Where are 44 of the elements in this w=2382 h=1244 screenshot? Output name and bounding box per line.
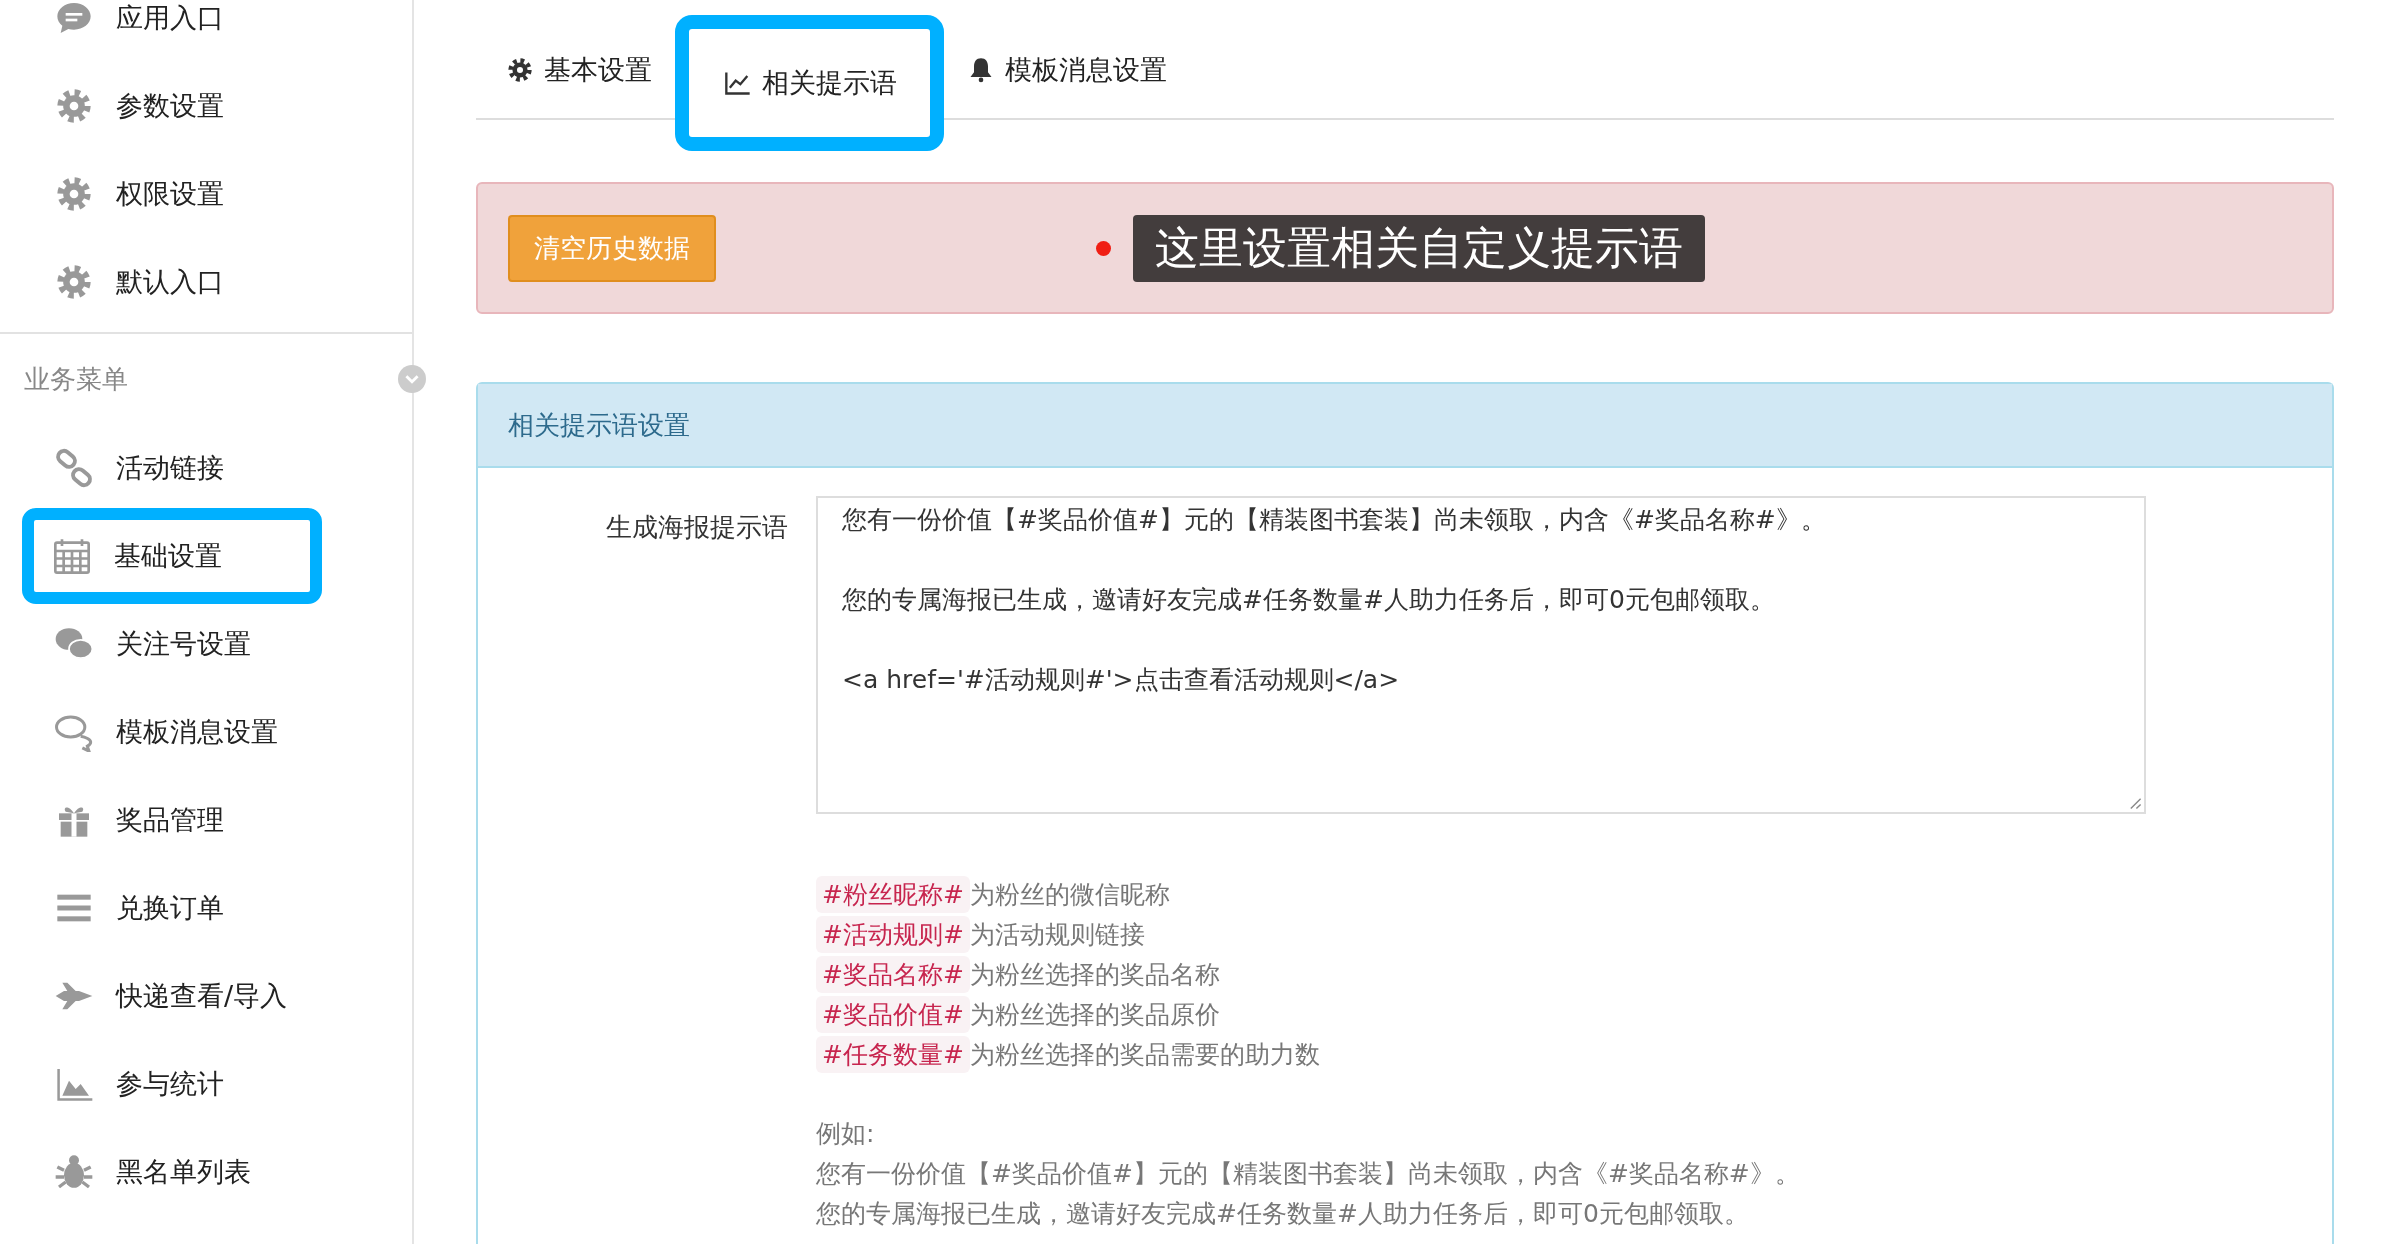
- marker-dot: [1096, 240, 1111, 256]
- resize-grip-icon[interactable]: [2128, 796, 2142, 810]
- sidebar-item[interactable]: 奖品管理: [26, 776, 266, 864]
- variable-description: 为粉丝选择的奖品名称: [969, 958, 1220, 991]
- link-icon: [54, 448, 94, 488]
- sidebar-item[interactable]: 参与统计: [26, 1040, 266, 1128]
- prompt-textarea[interactable]: 您有一份价值【#奖品价值#】元的【精装图书套装】尚未领取，内含《#奖品名称#》。 您的专属海报已生成，邀请好友完成#任务数量#人助力任务后，即可0元包邮领取。 <a href='#活动规则#'>点击查看活动规则</a>: [816, 496, 2146, 814]
- variable-description: 为活动规则链接: [969, 918, 1145, 951]
- field-line: 您有一份价值【#奖品价值#】元的【精装图书套装】尚未领取，内含《#奖品名称#》。: [842, 504, 1826, 536]
- gear-icon: [54, 262, 94, 302]
- example-text: 您的专属海报已生成，邀请好友完成#任务数量#人助力任务后，即可0元包邮领取。: [816, 1198, 1750, 1230]
- variable-description: 为粉丝选择的奖品需要的助力数: [969, 1038, 1320, 1071]
- tab[interactable]: 模板消息设置: [937, 22, 1197, 118]
- field-line: 您的专属海报已生成，邀请好友完成#任务数量#人助力任务后，即可0元包邮领取。: [842, 584, 1775, 616]
- variable-tag: #奖品价值#: [816, 995, 970, 1033]
- field-line: <a href='#活动规则#'>点击查看活动规则</a>: [842, 664, 1400, 696]
- callout-tooltip: 这里设置相关自定义提示语: [1133, 214, 1705, 282]
- sidebar-item[interactable]: 参数设置: [26, 62, 266, 150]
- variable-tag: #活动规则#: [816, 915, 970, 953]
- sidebar-item[interactable]: 黑名单列表: [26, 1128, 271, 1216]
- example-label: 例如:: [816, 1118, 876, 1150]
- gear-icon: [506, 56, 534, 84]
- sidebar-item[interactable]: 应用入口: [26, 0, 266, 62]
- sidebar-item[interactable]: 模板消息设置: [26, 688, 298, 776]
- sidebar-item[interactable]: 权限设置: [26, 150, 266, 238]
- sidebar-item[interactable]: 兑换订单: [26, 864, 266, 952]
- field-label: 生成海报提示语: [605, 511, 789, 544]
- sidebar-item[interactable]: 活动链接: [26, 424, 266, 512]
- tab[interactable]: 基本设置: [476, 22, 682, 118]
- sidebar-item[interactable]: 基础设置: [26, 512, 318, 600]
- sidebar-item[interactable]: 关注号设置: [26, 600, 271, 688]
- example-text: 您有一份价值【#奖品价值#】元的【精装图书套装】尚未领取，内含《#奖品名称#》。: [816, 1158, 1801, 1190]
- panel-title: 相关提示语设置: [508, 408, 690, 442]
- variable-description: 为粉丝选择的奖品原价: [969, 998, 1220, 1031]
- variable-description: 为粉丝的微信昵称: [969, 878, 1170, 911]
- gear-icon: [54, 174, 94, 214]
- sidebar-item[interactable]: 默认入口: [26, 238, 266, 326]
- gear-icon: [54, 86, 94, 126]
- sidebar-item[interactable]: 快递查看/导入: [26, 952, 308, 1040]
- calendar-icon: [52, 536, 92, 576]
- variable-tag: #奖品名称#: [816, 955, 970, 993]
- variable-tag: #粉丝昵称#: [816, 875, 970, 913]
- variable-tag: #任务数量#: [816, 1035, 970, 1073]
- section-title: 业务菜单: [24, 362, 128, 396]
